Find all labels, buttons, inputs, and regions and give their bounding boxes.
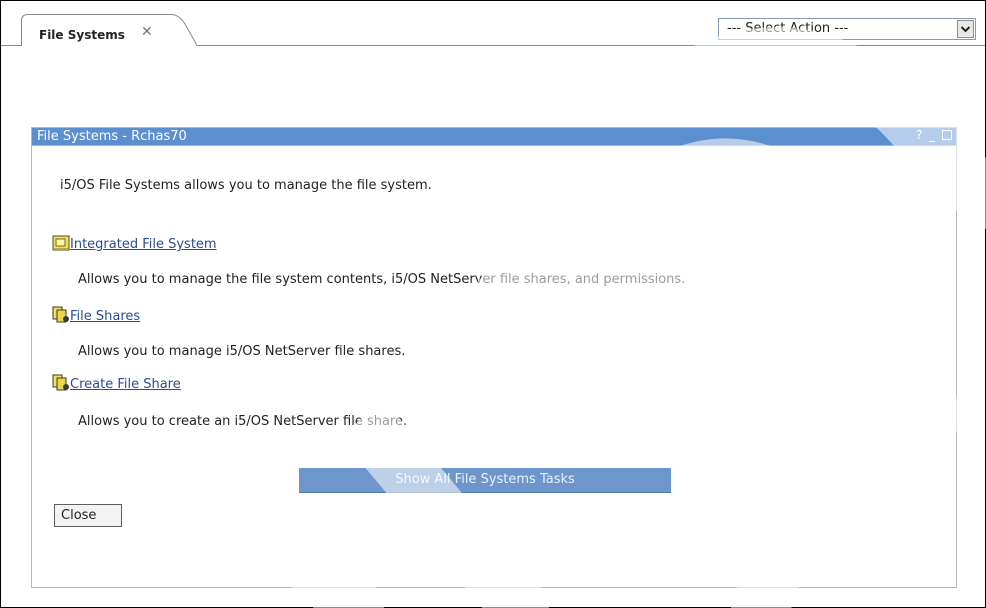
file-share-icon bbox=[52, 306, 69, 323]
portlet-title: File Systems - Rchas70 bbox=[37, 129, 187, 144]
tab-edge bbox=[167, 14, 203, 46]
tab-label: File Systems bbox=[39, 28, 125, 42]
close-button[interactable]: Close bbox=[54, 504, 122, 527]
minimize-icon[interactable]: _ bbox=[929, 128, 935, 142]
select-action-value: --- Select Action --- bbox=[727, 21, 849, 36]
window-frame: File Systems ✕ --- Select Action --- Fil… bbox=[0, 0, 986, 608]
tab-close-icon[interactable]: ✕ bbox=[141, 24, 153, 40]
help-icon[interactable]: ? bbox=[916, 128, 922, 142]
task-create-file-share: Create File Share bbox=[52, 374, 181, 392]
file-shares-link[interactable]: File Shares bbox=[70, 309, 140, 324]
tab-baseline bbox=[1, 45, 21, 46]
task-description: Allows you to manage the file system con… bbox=[78, 272, 686, 287]
folder-icon bbox=[52, 235, 70, 251]
integrated-file-system-link[interactable]: Integrated File System bbox=[70, 237, 217, 252]
task-description: Allows you to manage i5/OS NetServer fil… bbox=[78, 344, 406, 359]
file-share-icon bbox=[52, 374, 69, 391]
file-systems-portlet: File Systems - Rchas70 ? _ i5/OS File Sy… bbox=[31, 127, 957, 588]
show-all-tasks-button[interactable]: Show All File Systems Tasks bbox=[299, 468, 671, 493]
portlet-controls: ? _ bbox=[913, 128, 952, 142]
select-action-dropdown[interactable]: --- Select Action --- bbox=[718, 18, 976, 40]
intro-text: i5/OS File Systems allows you to manage … bbox=[60, 178, 432, 193]
tab-file-systems[interactable]: File Systems ✕ bbox=[21, 14, 172, 46]
chevron-down-icon[interactable] bbox=[957, 20, 974, 38]
create-file-share-link[interactable]: Create File Share bbox=[70, 377, 181, 392]
maximize-icon[interactable] bbox=[942, 130, 952, 140]
task-integrated-file-system: Integrated File System bbox=[52, 234, 217, 252]
tab-bar: File Systems ✕ --- Select Action --- bbox=[1, 1, 985, 46]
task-description: Allows you to create an i5/OS NetServer … bbox=[78, 414, 408, 429]
tab-baseline bbox=[201, 45, 985, 46]
portlet-title-bar: File Systems - Rchas70 ? _ bbox=[32, 128, 956, 146]
task-file-shares: File Shares bbox=[52, 306, 140, 324]
